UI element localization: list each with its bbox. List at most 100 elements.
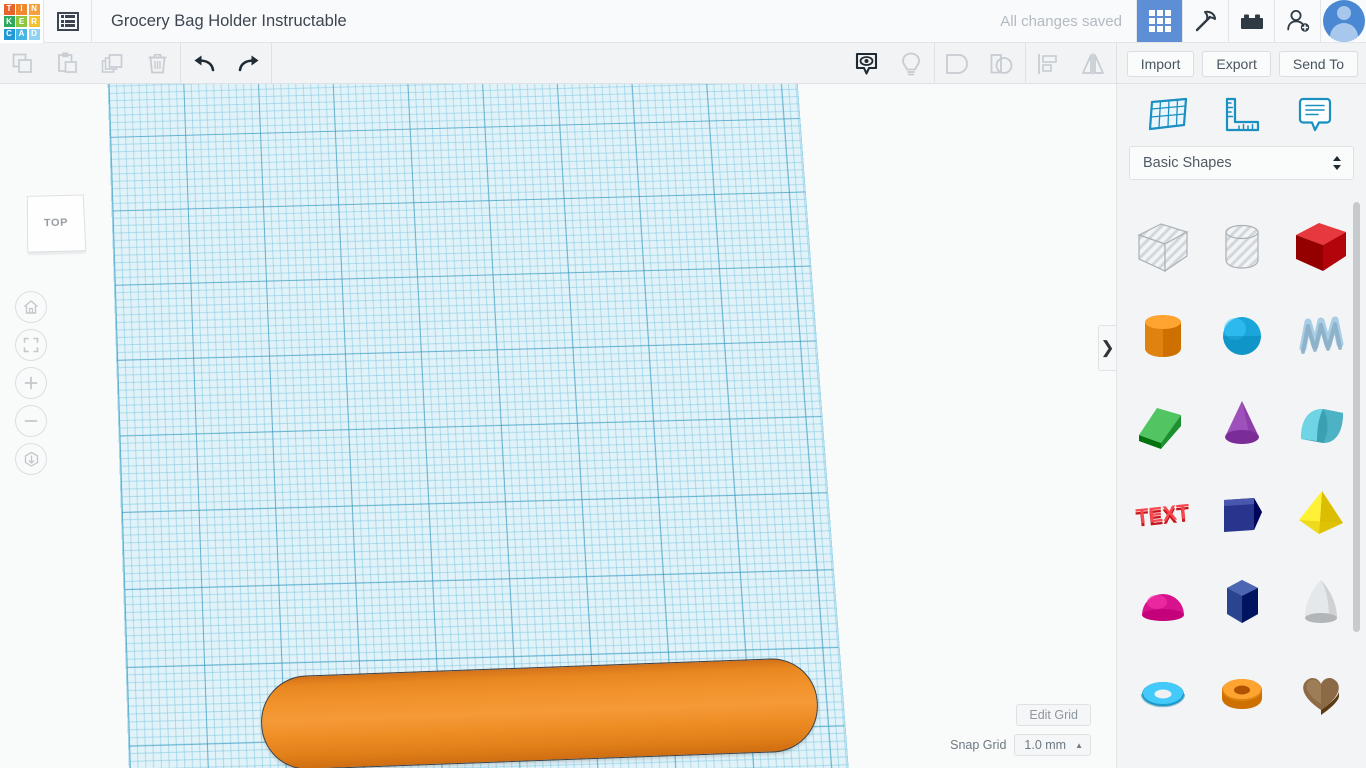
shape-tube-thumb: [1221, 678, 1262, 709]
fit-frame-icon: [23, 337, 39, 353]
design-canvas[interactable]: Workplane TOP: [0, 84, 1116, 768]
shape-cylinder-hole-thumb: [1225, 224, 1259, 269]
shape-hexagon-thumb: [1226, 579, 1258, 623]
mirror-button[interactable]: [1071, 43, 1116, 84]
lightbulb-icon: [902, 52, 921, 75]
snap-grid-row: Snap Grid 1.0 mm ▲: [950, 734, 1091, 756]
shape-roof[interactable]: [1130, 392, 1196, 458]
group-tools: [935, 43, 1025, 84]
panel-scrollbar[interactable]: [1353, 202, 1360, 632]
design-grid-button[interactable]: [1136, 0, 1182, 42]
shape-half-sphere[interactable]: [1130, 570, 1196, 636]
shape-sphere[interactable]: [1209, 303, 1275, 369]
tab-notes[interactable]: [1292, 92, 1338, 138]
logo-tile-n: N: [28, 3, 40, 15]
shape-scribble[interactable]: [1288, 303, 1354, 369]
home-view-button[interactable]: [15, 291, 47, 323]
shape-hexagon[interactable]: [1209, 570, 1275, 636]
shape-box[interactable]: [1288, 214, 1354, 280]
clipboard-tools: [0, 43, 180, 84]
shape-wedge-thumb: [1223, 497, 1262, 532]
logo-tile-d: D: [28, 28, 40, 40]
edit-grid-button[interactable]: Edit Grid: [1016, 704, 1091, 726]
zoom-out-button[interactable]: [15, 405, 47, 437]
export-button[interactable]: Export: [1202, 50, 1271, 77]
fit-to-view-button[interactable]: [15, 329, 47, 361]
main-menu-button[interactable]: [44, 0, 92, 42]
view-cube-label: TOP: [43, 216, 69, 230]
shape-wedge[interactable]: [1209, 481, 1275, 547]
duplicate-button[interactable]: [90, 43, 135, 84]
shape-cylinder-hole[interactable]: [1209, 214, 1275, 280]
file-actions: Import Export Send To: [1117, 43, 1366, 84]
shape-paraboloid-thumb: [1305, 579, 1338, 623]
shapes-panel: Basic Shapes TEXT TEXT: [1116, 84, 1366, 768]
zoom-in-button[interactable]: [15, 367, 47, 399]
tab-ruler[interactable]: [1218, 92, 1264, 138]
shape-pyramid[interactable]: [1288, 481, 1354, 547]
undo-button[interactable]: [181, 43, 226, 84]
shape-torus[interactable]: [1130, 659, 1196, 725]
redo-arrow-icon: [238, 55, 258, 71]
paste-button[interactable]: [45, 43, 90, 84]
align-button[interactable]: [1026, 43, 1071, 84]
shape-cone[interactable]: [1209, 392, 1275, 458]
note-comment-icon: [1299, 97, 1332, 132]
snap-grid-value: 1.0 mm: [1024, 738, 1067, 752]
shape-tube[interactable]: [1209, 659, 1275, 725]
duplicate-icon: [101, 54, 123, 73]
shape-half-sphere-thumb: [1141, 593, 1184, 621]
import-button[interactable]: Import: [1126, 50, 1195, 77]
snap-grid-select[interactable]: 1.0 mm ▲: [1014, 734, 1091, 756]
logo-tile-e: E: [16, 16, 27, 27]
snap-grid-label: Snap Grid: [950, 738, 1007, 752]
ungroup-button[interactable]: [980, 43, 1025, 84]
view-tools: [844, 43, 934, 84]
copy-icon: [12, 53, 32, 73]
cylinder-shape[interactable]: [259, 656, 820, 768]
clipboard-paste-icon: [58, 52, 77, 73]
minus-icon: [24, 420, 38, 422]
shape-paraboloid[interactable]: [1288, 570, 1354, 636]
group-button[interactable]: [935, 43, 980, 84]
mirror-flip-icon: [1082, 53, 1105, 74]
delete-button[interactable]: [135, 43, 180, 84]
perspective-toggle-button[interactable]: [15, 443, 47, 475]
send-to-button[interactable]: Send To: [1278, 50, 1358, 77]
shape-text[interactable]: TEXT TEXT: [1130, 481, 1196, 547]
shape-cylinder[interactable]: [1130, 303, 1196, 369]
view-cube[interactable]: TOP: [26, 194, 87, 253]
copy-button[interactable]: [0, 43, 45, 84]
bricks-button[interactable]: [1228, 0, 1274, 42]
tab-shapes[interactable]: [1145, 92, 1191, 138]
group-shapes-icon: [946, 53, 969, 74]
avatar: [1322, 0, 1365, 42]
eye-visibility-icon: [855, 52, 877, 75]
redo-button[interactable]: [226, 43, 271, 84]
select-updown-icon: [1333, 156, 1341, 170]
page-title[interactable]: Grocery Bag Holder Instructable: [92, 0, 1000, 42]
shape-round-roof[interactable]: [1288, 392, 1354, 458]
show-hide-button[interactable]: [844, 43, 889, 84]
invite-people-button[interactable]: [1274, 0, 1320, 42]
workplane-grid-icon: [1148, 97, 1187, 131]
pickaxe-icon: [1195, 10, 1216, 32]
light-button[interactable]: [889, 43, 934, 84]
undo-arrow-icon: [194, 55, 214, 71]
shape-round-roof-thumb: [1301, 408, 1344, 443]
plus-icon: [24, 376, 38, 390]
tinkercad-logo[interactable]: TIN KER CAD: [0, 0, 44, 43]
shape-category-select[interactable]: Basic Shapes: [1129, 146, 1354, 180]
logo-tile-a: A: [16, 28, 27, 40]
shape-heart[interactable]: [1288, 659, 1354, 725]
shape-roof-thumb: [1138, 407, 1181, 449]
shape-sphere-thumb: [1222, 316, 1261, 355]
shape-box-hole[interactable]: [1130, 214, 1196, 280]
user-account-button[interactable]: [1320, 0, 1366, 42]
collapse-panel-handle[interactable]: ❯: [1098, 325, 1116, 371]
cube-perspective-icon: [24, 451, 38, 467]
tinkercad-app: TIN KER CAD Grocery Bag Holder Instructabl…: [0, 0, 1366, 768]
save-status: All changes saved: [1000, 12, 1122, 30]
codeblocks-button[interactable]: [1182, 0, 1228, 42]
